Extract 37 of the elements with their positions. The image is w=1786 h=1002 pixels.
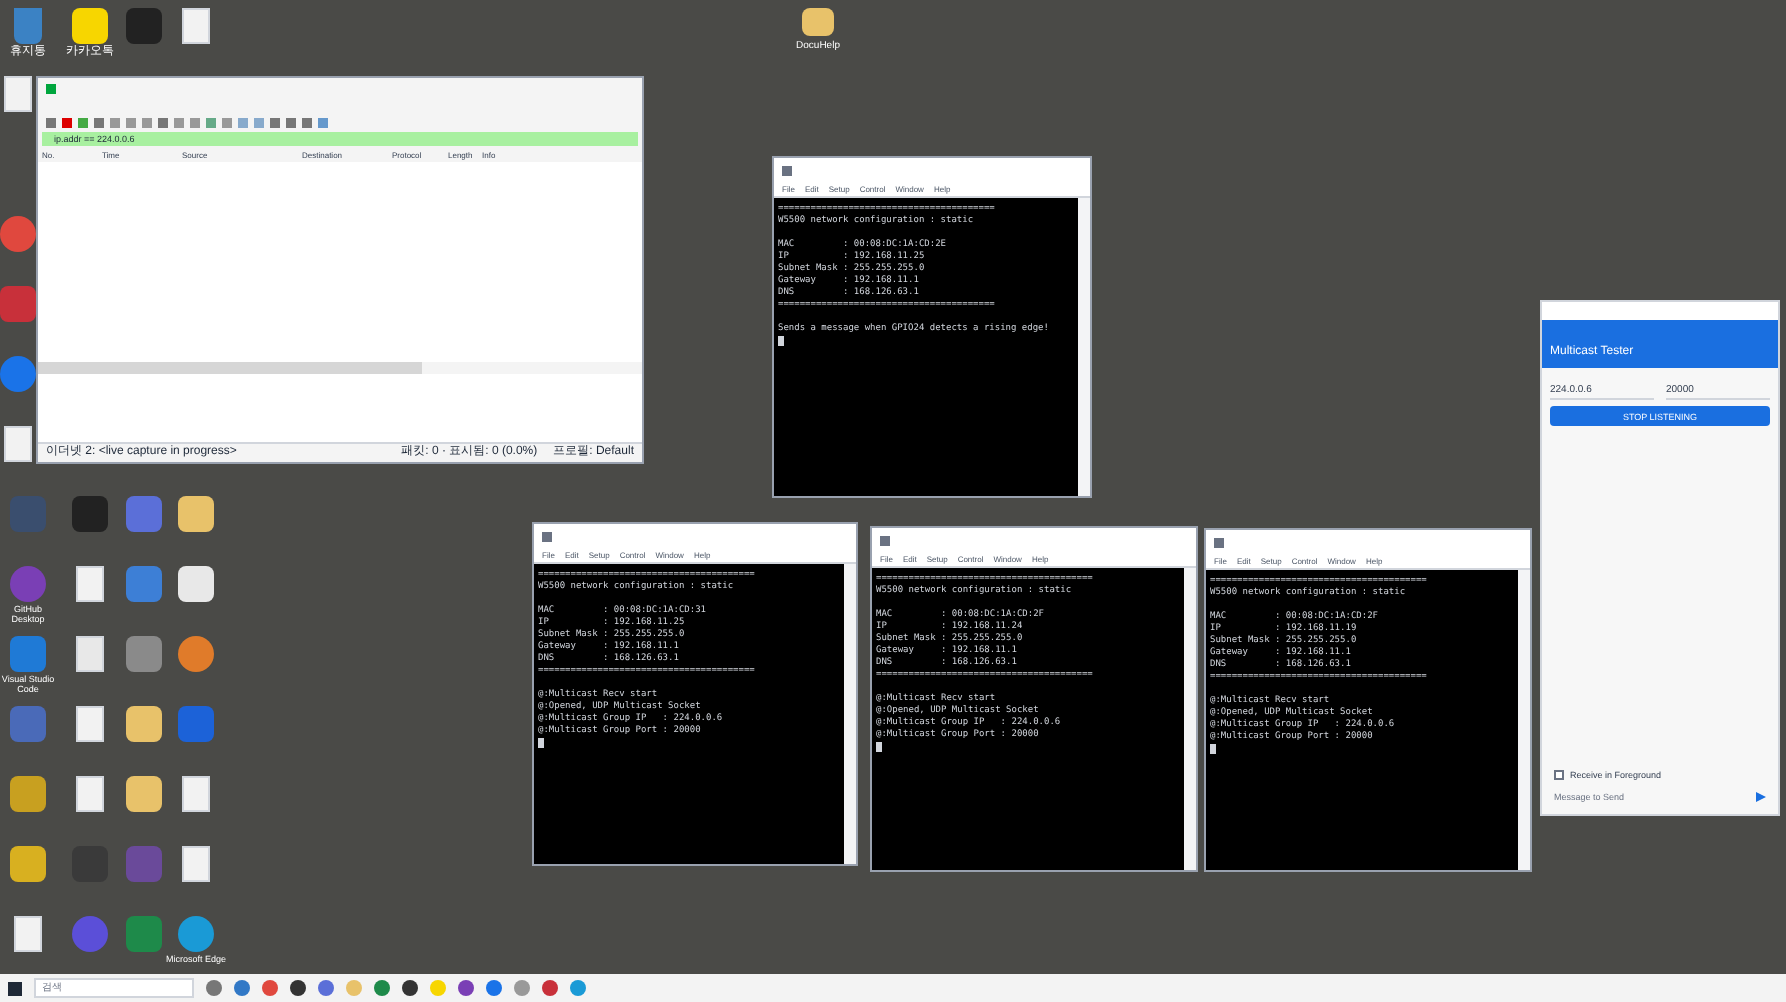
scrollbar[interactable] xyxy=(844,564,856,864)
app-icon[interactable] xyxy=(126,776,162,812)
document-icon[interactable] xyxy=(76,636,104,672)
scrollbar[interactable] xyxy=(1518,570,1530,870)
document-icon[interactable] xyxy=(4,76,32,112)
terminal-icon xyxy=(1214,537,1224,547)
document-icon[interactable] xyxy=(182,8,210,44)
send-icon[interactable] xyxy=(1756,792,1766,802)
document-icon[interactable] xyxy=(14,916,42,952)
cursor-icon xyxy=(538,738,544,748)
app-icon[interactable] xyxy=(178,636,214,672)
document-icon[interactable] xyxy=(76,566,104,602)
recycle-bin-icon[interactable] xyxy=(14,8,42,44)
cursor-icon xyxy=(876,742,882,752)
cursor-icon xyxy=(1210,744,1216,754)
terminal-icon xyxy=(542,531,552,541)
app-icon[interactable] xyxy=(178,566,214,602)
app-icon[interactable] xyxy=(10,776,46,812)
scrollbar[interactable] xyxy=(1078,198,1090,496)
start-icon[interactable] xyxy=(8,981,22,995)
app-logo-icon xyxy=(46,83,56,93)
document-icon[interactable] xyxy=(76,776,104,812)
app-icon[interactable] xyxy=(72,8,108,44)
app-icon[interactable] xyxy=(178,496,214,532)
app-icon[interactable] xyxy=(126,706,162,742)
document-icon[interactable] xyxy=(4,426,32,462)
terminal-icon xyxy=(782,165,792,175)
document-icon[interactable] xyxy=(182,776,210,812)
terminal-icon xyxy=(880,535,890,545)
app-icon[interactable] xyxy=(10,846,46,882)
document-icon[interactable] xyxy=(76,706,104,742)
folder-icon[interactable] xyxy=(802,8,834,36)
cursor-icon xyxy=(778,336,784,346)
document-icon[interactable] xyxy=(182,846,210,882)
scrollbar[interactable] xyxy=(38,362,422,374)
checkbox[interactable] xyxy=(1554,770,1564,780)
scrollbar[interactable] xyxy=(1184,568,1196,870)
